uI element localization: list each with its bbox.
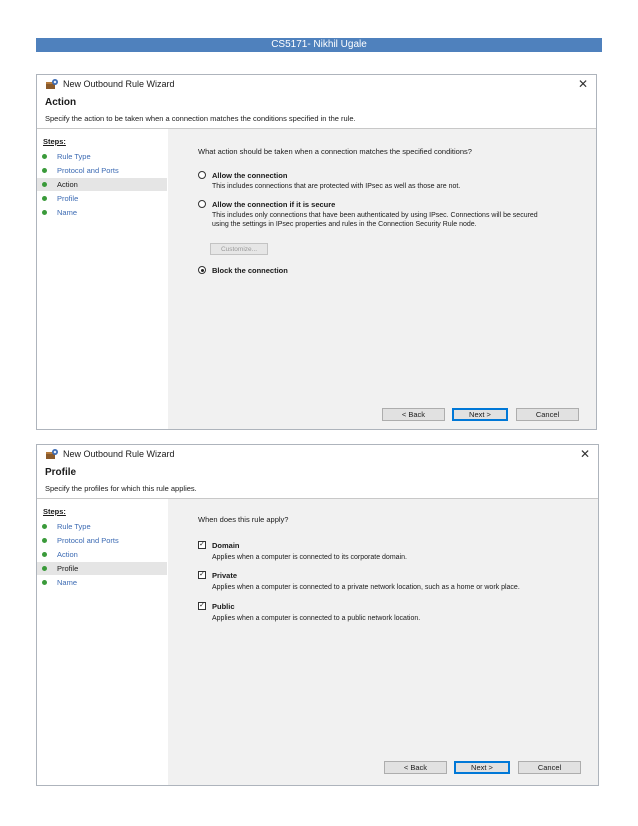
private-checkbox[interactable]: ✓ (198, 571, 206, 579)
step-label: Profile (57, 564, 79, 573)
green-step-dot-icon (42, 566, 47, 571)
domain-checkbox[interactable]: ✓ (198, 541, 206, 549)
title-bar: New Outbound Rule Wizard ✕ (37, 445, 598, 465)
wizard-content: When does this rule apply? ✓ Domain Appl… (168, 499, 598, 785)
step-action[interactable]: Action (37, 548, 167, 561)
green-step-dot-icon (42, 580, 47, 585)
allow-if-secure-label[interactable]: Allow the connection if it is secure (212, 200, 335, 209)
green-step-dot-icon (42, 154, 47, 159)
step-profile[interactable]: Profile (37, 562, 167, 575)
close-icon[interactable]: ✕ (580, 447, 590, 461)
step-label: Protocol and Ports (57, 536, 119, 545)
step-rule-type[interactable]: Rule Type (37, 520, 167, 533)
steps-title: Steps: (43, 137, 66, 146)
green-step-dot-icon (42, 168, 47, 173)
step-action[interactable]: Action (37, 178, 167, 191)
allow-if-secure-radio[interactable] (198, 200, 206, 208)
block-connection-radio[interactable] (198, 266, 206, 274)
cancel-button[interactable]: Cancel (518, 761, 581, 774)
green-step-dot-icon (42, 196, 47, 201)
private-description: Applies when a computer is connected to … (212, 584, 520, 591)
public-label[interactable]: Public (212, 602, 235, 611)
step-rule-type[interactable]: Rule Type (37, 150, 167, 163)
step-label: Action (57, 180, 78, 189)
allow-if-secure-description: This includes only connections that have… (212, 212, 538, 228)
firewall-wizard-icon (46, 79, 58, 89)
window-title: New Outbound Rule Wizard (63, 79, 175, 89)
customize-button[interactable]: Customize... (210, 243, 268, 255)
page-subtitle: Specify the profiles for which this rule… (45, 484, 197, 493)
steps-title: Steps: (43, 507, 66, 516)
next-button[interactable]: Next > (452, 408, 508, 421)
steps-panel: Steps: Rule Type Protocol and Ports Acti… (37, 129, 167, 429)
step-name[interactable]: Name (37, 206, 167, 219)
private-label[interactable]: Private (212, 571, 237, 580)
page-title: Profile (45, 467, 77, 478)
green-step-dot-icon (42, 524, 47, 529)
title-bar: New Outbound Rule Wizard ✕ (37, 75, 596, 95)
step-label: Name (57, 578, 78, 587)
step-label: Rule Type (57, 152, 91, 161)
block-connection-label[interactable]: Block the connection (212, 266, 288, 275)
wizard-content: What action should be taken when a conne… (168, 129, 596, 429)
green-step-dot-icon (42, 538, 47, 543)
green-step-dot-icon (42, 182, 47, 187)
outbound-rule-wizard-profile: New Outbound Rule Wizard ✕ Profile Speci… (36, 444, 599, 786)
domain-description: Applies when a computer is connected to … (212, 554, 407, 561)
step-label: Profile (57, 194, 79, 203)
question-text: When does this rule apply? (198, 515, 289, 524)
green-step-dot-icon (42, 210, 47, 215)
step-name[interactable]: Name (37, 576, 167, 589)
back-button[interactable]: < Back (382, 408, 445, 421)
step-label: Name (57, 208, 78, 217)
firewall-wizard-icon (46, 449, 58, 459)
page-subtitle: Specify the action to be taken when a co… (45, 114, 356, 123)
allow-connection-radio[interactable] (198, 171, 206, 179)
page-title: Action (45, 97, 77, 108)
step-protocol-and-ports[interactable]: Protocol and Ports (37, 164, 167, 177)
close-icon[interactable]: ✕ (578, 77, 588, 91)
next-button[interactable]: Next > (454, 761, 510, 774)
outbound-rule-wizard-action: New Outbound Rule Wizard ✕ Action Specif… (36, 74, 597, 430)
step-profile[interactable]: Profile (37, 192, 167, 205)
cancel-button[interactable]: Cancel (516, 408, 579, 421)
steps-panel: Steps: Rule Type Protocol and Ports Acti… (37, 499, 167, 785)
window-title: New Outbound Rule Wizard (63, 449, 175, 459)
step-label: Rule Type (57, 522, 91, 531)
green-step-dot-icon (42, 552, 47, 557)
public-checkbox[interactable]: ✓ (198, 602, 206, 610)
back-button[interactable]: < Back (384, 761, 447, 774)
document-header: CS5171- Nikhil Ugale (36, 38, 602, 52)
step-label: Protocol and Ports (57, 166, 119, 175)
allow-connection-description: This includes connections that are prote… (212, 183, 461, 190)
public-description: Applies when a computer is connected to … (212, 615, 421, 622)
allow-connection-label[interactable]: Allow the connection (212, 171, 287, 180)
step-protocol-and-ports[interactable]: Protocol and Ports (37, 534, 167, 547)
domain-label[interactable]: Domain (212, 541, 240, 550)
question-text: What action should be taken when a conne… (198, 147, 472, 156)
step-label: Action (57, 550, 78, 559)
